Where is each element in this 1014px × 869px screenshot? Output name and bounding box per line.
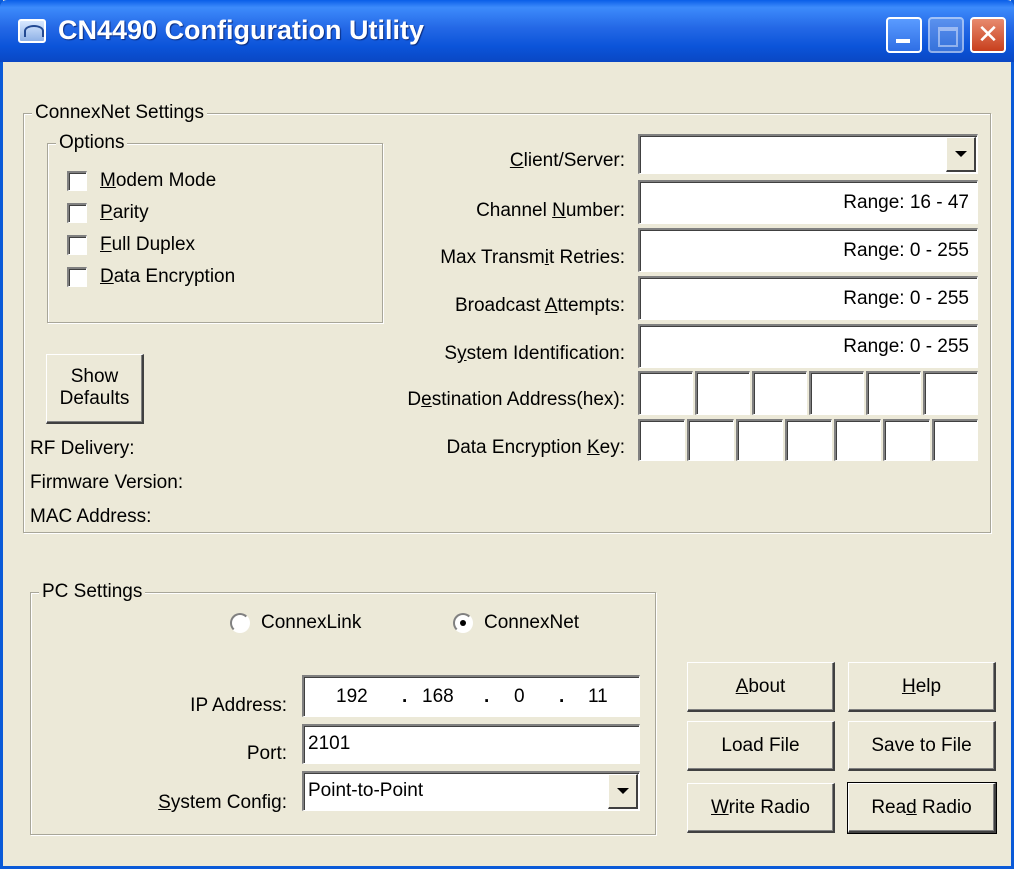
parity-label[interactable]: Parity bbox=[100, 202, 149, 224]
main-window: CN4490 Configuration Utility ✕ ConnexNet… bbox=[0, 0, 1014, 869]
port-label: Port: bbox=[246, 743, 287, 764]
save-to-file-button[interactable]: Save to File bbox=[848, 721, 996, 771]
client-server-label: Client/Server: bbox=[509, 150, 625, 171]
destination-address-cell[interactable] bbox=[809, 371, 864, 415]
window-title: CN4490 Configuration Utility bbox=[58, 15, 425, 45]
maximize-button[interactable] bbox=[928, 17, 964, 53]
system-identification-label: System Identification: bbox=[444, 343, 625, 364]
read-radio-button[interactable]: Read Radio bbox=[847, 782, 997, 834]
load-file-button[interactable]: Load File bbox=[687, 721, 835, 771]
destination-address-cell[interactable] bbox=[638, 371, 693, 415]
broadcast-range-hint: Range: 0 - 255 bbox=[843, 288, 969, 309]
destination-address-cell[interactable] bbox=[866, 371, 921, 415]
minimize-button[interactable] bbox=[886, 17, 922, 53]
ip-address-label: IP Address: bbox=[190, 695, 287, 716]
title-bar[interactable]: CN4490 Configuration Utility ✕ bbox=[0, 0, 1014, 62]
chevron-down-icon[interactable] bbox=[608, 774, 638, 809]
connexnet-label[interactable]: ConnexNet bbox=[484, 612, 579, 634]
help-button[interactable]: Help bbox=[848, 662, 996, 712]
broadcast-attempts-label: Broadcast Attempts: bbox=[454, 295, 625, 316]
rf-delivery-label: RF Delivery: bbox=[30, 438, 135, 459]
sysid-range-hint: Range: 0 - 255 bbox=[843, 336, 969, 357]
options-legend: Options bbox=[56, 132, 128, 154]
system-config-value: Point-to-Point bbox=[308, 780, 424, 801]
write-radio-button[interactable]: Write Radio bbox=[687, 783, 835, 833]
show-defaults-button[interactable]: Show Defaults bbox=[46, 354, 144, 424]
destination-address-cell[interactable] bbox=[752, 371, 807, 415]
ip-address-input[interactable]: 192 . 168 . 0 . 11 bbox=[302, 675, 640, 717]
encryption-key-cell[interactable] bbox=[883, 419, 930, 461]
full-duplex-label[interactable]: Full Duplex bbox=[100, 234, 195, 256]
connexlink-radio[interactable] bbox=[230, 613, 250, 633]
destination-address-label: Destination Address(hex): bbox=[407, 389, 625, 410]
channel-range-hint: Range: 16 - 47 bbox=[843, 192, 969, 213]
port-input[interactable]: 2101 bbox=[302, 724, 640, 764]
ip-octet-4: 11 bbox=[588, 686, 608, 707]
chevron-down-icon[interactable] bbox=[946, 137, 976, 172]
data-encryption-label[interactable]: Data Encryption bbox=[100, 266, 235, 288]
modem-mode-label[interactable]: Modem Mode bbox=[100, 170, 216, 192]
connexlink-label[interactable]: ConnexLink bbox=[261, 612, 361, 634]
ip-dot: . bbox=[484, 686, 490, 707]
ip-octet-1: 192 bbox=[336, 686, 368, 707]
pc-settings-legend: PC Settings bbox=[39, 581, 146, 603]
destination-address-cell[interactable] bbox=[695, 371, 750, 415]
encryption-key-cell[interactable] bbox=[687, 419, 734, 461]
encryption-key-cell[interactable] bbox=[932, 419, 978, 461]
max-transmit-retries-label: Max Transmit Retries: bbox=[440, 247, 625, 268]
ip-dot: . bbox=[559, 686, 565, 707]
port-value: 2101 bbox=[308, 733, 351, 754]
app-icon[interactable] bbox=[18, 19, 46, 43]
system-config-label: System Config: bbox=[158, 792, 287, 813]
parity-checkbox[interactable] bbox=[67, 203, 87, 223]
about-button[interactable]: About bbox=[687, 662, 835, 712]
connexnet-radio[interactable] bbox=[453, 613, 473, 633]
encryption-key-cell[interactable] bbox=[785, 419, 832, 461]
retries-range-hint: Range: 0 - 255 bbox=[843, 240, 969, 261]
mac-address-label: MAC Address: bbox=[30, 506, 152, 527]
ip-dot: . bbox=[402, 686, 408, 707]
close-button[interactable]: ✕ bbox=[970, 17, 1006, 53]
show-defaults-line2: Defaults bbox=[59, 388, 130, 409]
max-transmit-retries-input[interactable]: Range: 0 - 255 bbox=[638, 228, 978, 272]
encryption-key-cell[interactable] bbox=[638, 419, 685, 461]
channel-number-input[interactable]: Range: 16 - 47 bbox=[638, 180, 978, 224]
broadcast-attempts-input[interactable]: Range: 0 - 255 bbox=[638, 276, 978, 320]
data-encryption-key-label: Data Encryption Key: bbox=[446, 437, 625, 458]
modem-mode-checkbox[interactable] bbox=[67, 171, 87, 191]
channel-number-label: Channel Number: bbox=[476, 200, 625, 221]
encryption-key-cell[interactable] bbox=[736, 419, 783, 461]
system-identification-input[interactable]: Range: 0 - 255 bbox=[638, 324, 978, 368]
system-config-select[interactable]: Point-to-Point bbox=[302, 771, 640, 811]
ip-octet-2: 168 bbox=[422, 686, 454, 707]
data-encryption-checkbox[interactable] bbox=[67, 267, 87, 287]
firmware-version-label: Firmware Version: bbox=[30, 472, 184, 493]
encryption-key-cell[interactable] bbox=[834, 419, 881, 461]
save-to-file-label: Save to File bbox=[871, 735, 972, 756]
full-duplex-checkbox[interactable] bbox=[67, 235, 87, 255]
connexnet-settings-legend: ConnexNet Settings bbox=[32, 102, 207, 124]
client-server-select[interactable] bbox=[638, 134, 978, 174]
show-defaults-line1: Show bbox=[70, 366, 119, 387]
ip-octet-3: 0 bbox=[514, 686, 525, 707]
destination-address-cell[interactable] bbox=[923, 371, 978, 415]
load-file-label: Load File bbox=[721, 735, 800, 756]
